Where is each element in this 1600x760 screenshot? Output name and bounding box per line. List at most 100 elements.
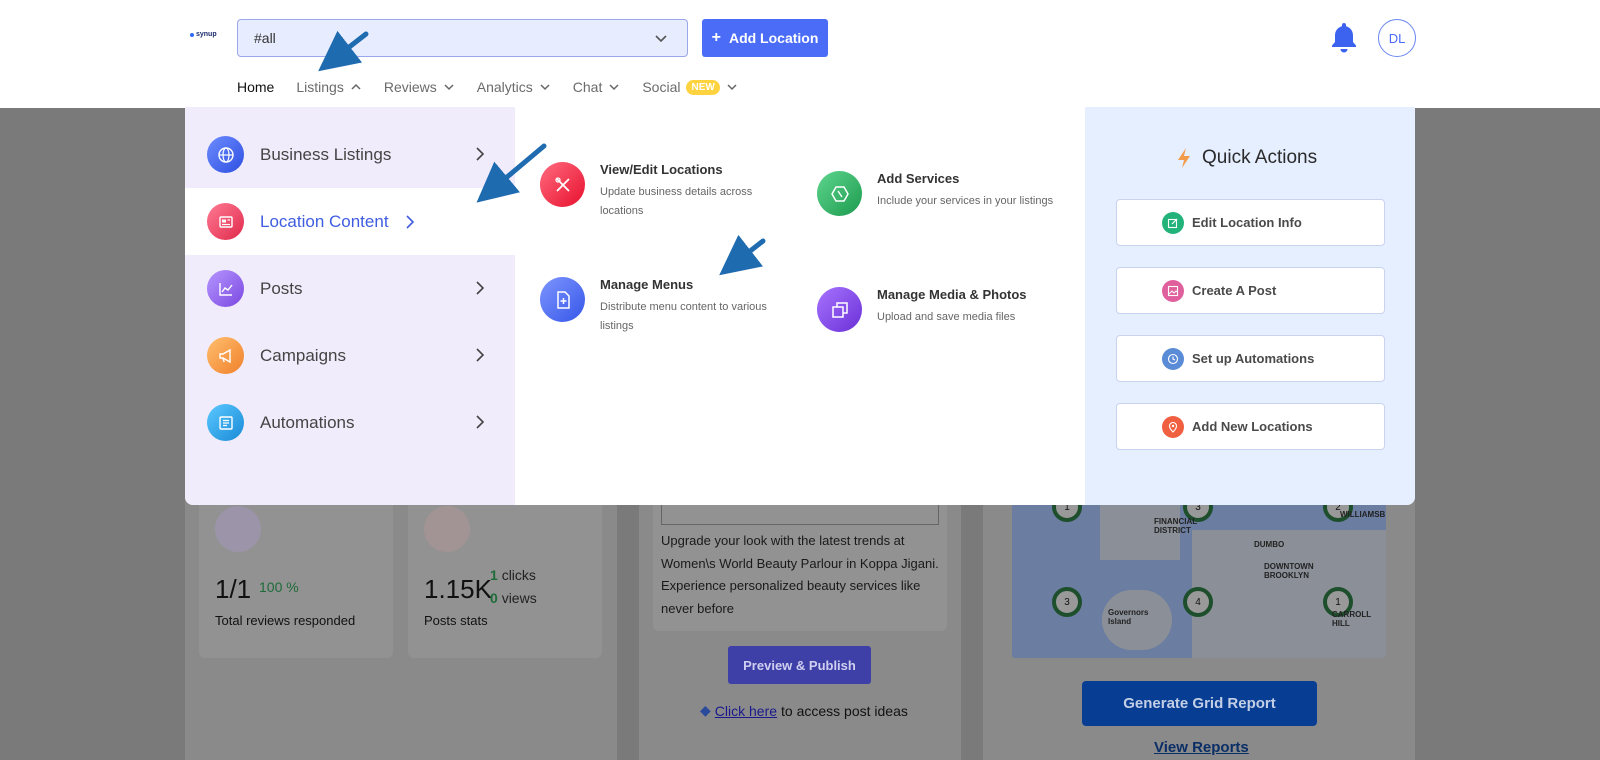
pin-icon bbox=[1162, 415, 1184, 438]
quick-action-label: Create A Post bbox=[1192, 283, 1277, 298]
posts-stats-value: 1.15K bbox=[424, 574, 492, 604]
lightning-icon bbox=[1178, 148, 1190, 168]
listings-mega-menu: Business Listings Location Content Posts… bbox=[185, 107, 1415, 505]
chevron-right-icon bbox=[405, 214, 414, 229]
edit-location-info-button[interactable]: Edit Location Info bbox=[1116, 199, 1385, 246]
avatar-initials: DL bbox=[1388, 30, 1406, 46]
clock-icon bbox=[1162, 347, 1184, 370]
plus-icon: + bbox=[711, 29, 721, 46]
menu-doc-icon bbox=[540, 277, 585, 322]
create-a-post-button[interactable]: Create A Post bbox=[1116, 267, 1385, 314]
reviews-responded-percent: 100 % bbox=[259, 579, 299, 595]
notification-bell-icon[interactable] bbox=[1329, 21, 1359, 53]
logo-mark-icon bbox=[190, 32, 194, 37]
chevron-down-icon bbox=[540, 84, 550, 91]
reviews-responded-label: Total reviews responded bbox=[215, 613, 356, 628]
post-ideas-link[interactable]: Click here bbox=[715, 703, 777, 719]
action-description: Update business details across locations bbox=[600, 186, 753, 217]
preview-publish-button[interactable]: Preview & Publish bbox=[728, 646, 871, 684]
nav-item-chat[interactable]: Chat bbox=[573, 79, 621, 95]
logo-text: synup bbox=[196, 31, 217, 38]
nav-label: Home bbox=[237, 79, 275, 95]
top-header: synup #all + Add Location DL Home Listin… bbox=[0, 0, 1600, 108]
category-posts[interactable]: Posts bbox=[185, 255, 515, 322]
category-automations[interactable]: Automations bbox=[185, 389, 515, 456]
action-title: Add Services bbox=[877, 171, 960, 186]
synup-logo[interactable]: synup bbox=[190, 31, 217, 38]
map-label: Governors Island bbox=[1108, 608, 1149, 626]
edit-icon bbox=[1162, 211, 1184, 234]
chat-bubble-icon bbox=[215, 506, 261, 552]
chevron-down-icon bbox=[655, 35, 667, 43]
map-pin[interactable]: 4 bbox=[1183, 587, 1213, 617]
location-content-actions: View/Edit Locations Update business deta… bbox=[515, 107, 1085, 505]
trend-icon bbox=[424, 506, 470, 552]
post-preview-text: Upgrade your look with the latest trends… bbox=[661, 533, 939, 616]
chevron-down-icon bbox=[727, 84, 737, 91]
action-view-edit-locations[interactable]: View/Edit Locations Update business deta… bbox=[540, 162, 780, 221]
media-icon bbox=[817, 287, 862, 332]
map-pin[interactable]: 3 bbox=[1052, 587, 1082, 617]
location-select-value: #all bbox=[254, 30, 276, 46]
post-ideas-line: ◆ Click here to access post ideas bbox=[700, 702, 908, 719]
post-ideas-text: to access post ideas bbox=[781, 702, 908, 719]
nav-item-analytics[interactable]: Analytics bbox=[477, 79, 551, 95]
map-label: FINANCIAL DISTRICT bbox=[1154, 517, 1197, 535]
action-description: Include your services in your listings bbox=[877, 195, 1054, 207]
tools-icon bbox=[540, 162, 585, 207]
chevron-right-icon bbox=[476, 348, 485, 362]
quick-actions-panel: Quick Actions Edit Location Info Create … bbox=[1085, 107, 1415, 505]
user-avatar[interactable]: DL bbox=[1378, 19, 1416, 57]
chevron-down-icon bbox=[609, 84, 619, 91]
category-business-listings[interactable]: Business Listings bbox=[185, 121, 515, 188]
category-label: Automations bbox=[260, 412, 355, 432]
chart-icon bbox=[207, 270, 244, 307]
reviews-responded-value: 1/1 bbox=[215, 574, 252, 604]
category-label: Campaigns bbox=[260, 345, 346, 365]
map-label: CARROLL HILL bbox=[1332, 610, 1371, 628]
nav-label: Social bbox=[642, 79, 681, 95]
posts-clicks: 1 clicks bbox=[490, 567, 536, 583]
generate-grid-report-button[interactable]: Generate Grid Report bbox=[1082, 681, 1317, 726]
action-add-services[interactable]: Add Services Include your services in yo… bbox=[817, 171, 1067, 216]
posts-views: 0 views bbox=[490, 590, 537, 606]
nav-item-listings[interactable]: Listings bbox=[296, 79, 361, 95]
nav-item-home[interactable]: Home bbox=[237, 79, 274, 95]
image-icon bbox=[1162, 279, 1184, 302]
nav-label: Listings bbox=[296, 79, 344, 95]
nav-item-reviews[interactable]: Reviews bbox=[384, 79, 455, 95]
quick-action-label: Add New Locations bbox=[1192, 419, 1313, 434]
quick-actions-title: Quick Actions bbox=[1202, 147, 1318, 168]
quick-action-label: Edit Location Info bbox=[1192, 215, 1302, 230]
content-icon bbox=[207, 203, 244, 240]
category-list: Business Listings Location Content Posts… bbox=[185, 107, 515, 505]
posts-stats-label: Posts stats bbox=[424, 613, 488, 628]
action-description: Distribute menu content to various listi… bbox=[600, 301, 767, 332]
action-title: View/Edit Locations bbox=[600, 162, 723, 177]
quick-action-label: Set up Automations bbox=[1192, 351, 1315, 366]
add-new-locations-button[interactable]: Add New Locations bbox=[1116, 403, 1385, 450]
grid-map[interactable]: 1 3 2 3 4 1 FINANCIAL DISTRICT DUMBO DOW… bbox=[1012, 500, 1386, 658]
services-icon bbox=[817, 171, 862, 216]
chevron-right-icon bbox=[476, 415, 485, 429]
location-select[interactable]: #all bbox=[237, 19, 688, 57]
map-label: WILLIAMSB bbox=[1340, 510, 1386, 519]
category-campaigns[interactable]: Campaigns bbox=[185, 322, 515, 389]
add-location-button[interactable]: + Add Location bbox=[702, 19, 828, 57]
nav-item-social[interactable]: Social NEW bbox=[642, 79, 737, 95]
chevron-down-icon bbox=[444, 84, 454, 91]
quick-actions-heading: Quick Actions bbox=[1176, 147, 1317, 169]
category-location-content[interactable]: Location Content bbox=[185, 188, 515, 255]
map-land-area bbox=[1192, 530, 1386, 658]
action-description: Upload and save media files bbox=[877, 311, 1016, 323]
list-icon bbox=[207, 404, 244, 441]
set-up-automations-button[interactable]: Set up Automations bbox=[1116, 335, 1385, 382]
view-reports-link[interactable]: View Reports bbox=[1154, 739, 1249, 756]
action-title: Manage Media & Photos bbox=[877, 287, 1027, 302]
chevron-up-icon bbox=[351, 83, 361, 90]
sparkle-icon: ◆ bbox=[700, 702, 711, 718]
category-label: Posts bbox=[260, 278, 303, 298]
main-nav: Home Listings Reviews Analytics Chat Soc… bbox=[237, 76, 760, 98]
action-manage-media[interactable]: Manage Media & Photos Upload and save me… bbox=[817, 287, 1067, 332]
action-manage-menus[interactable]: Manage Menus Distribute menu content to … bbox=[540, 277, 780, 336]
